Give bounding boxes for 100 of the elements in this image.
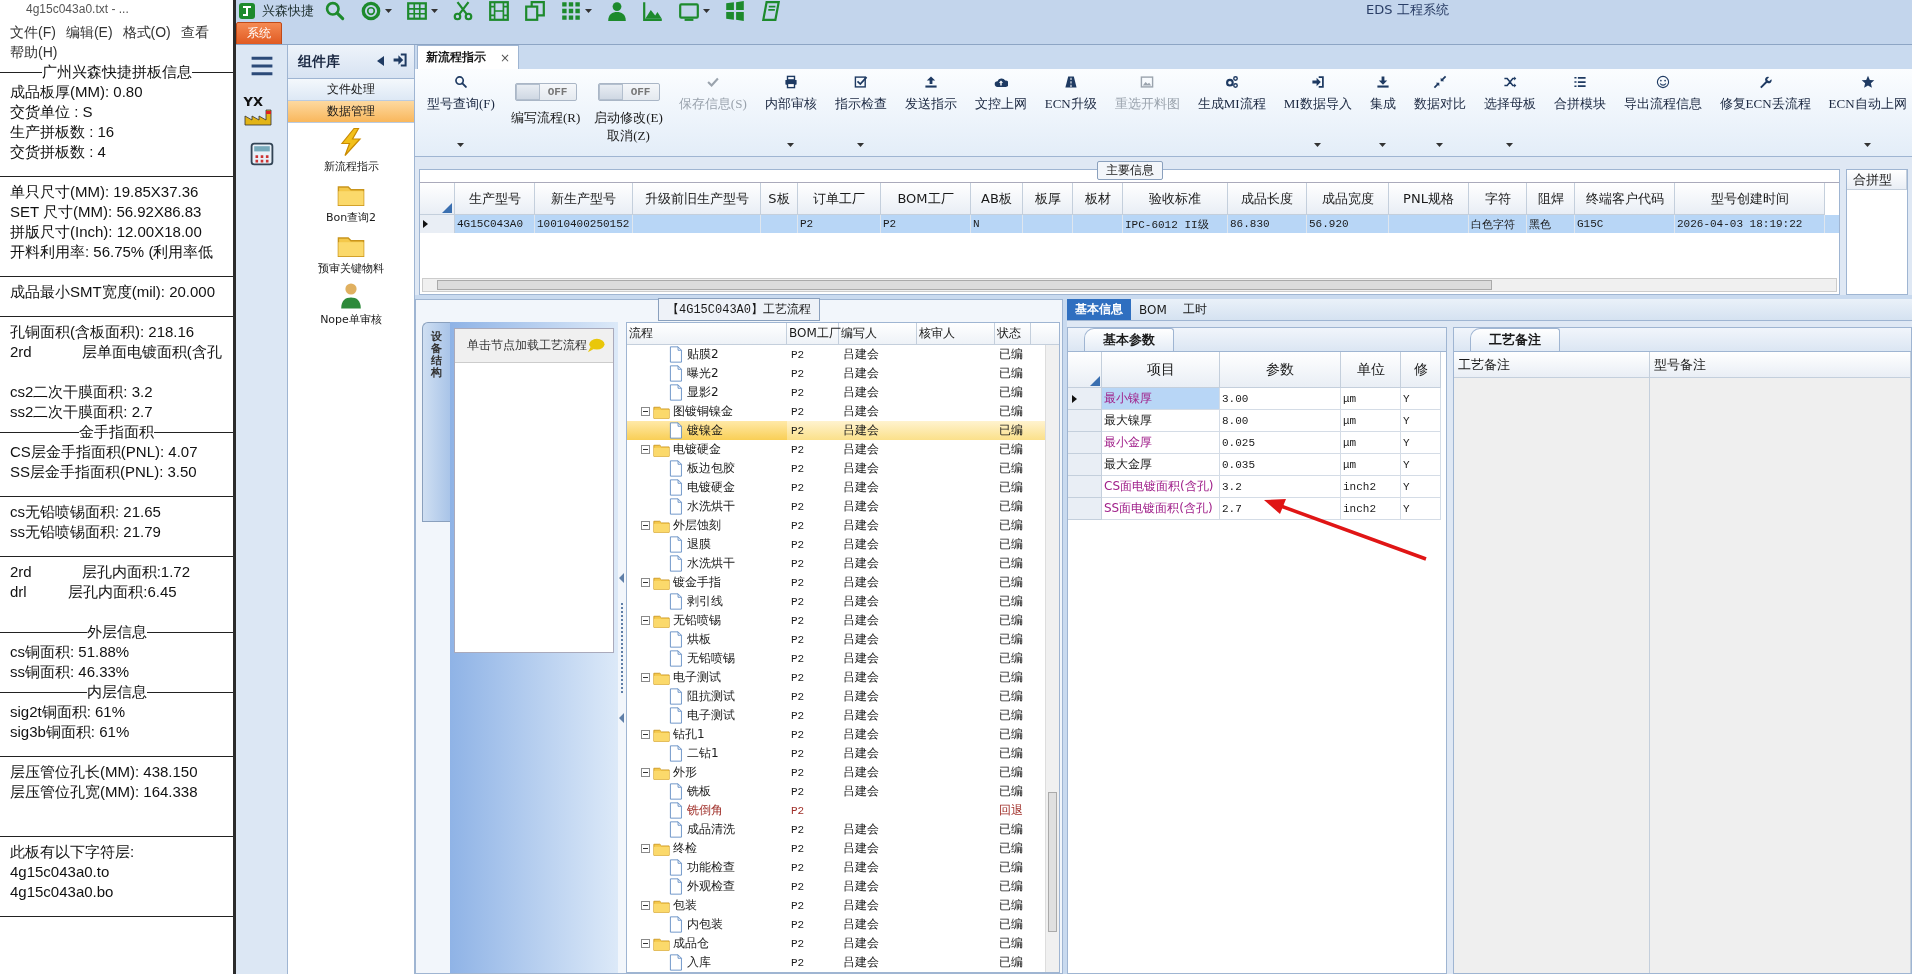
collapse-toggle-icon[interactable] [641, 901, 650, 910]
row-header[interactable] [1068, 388, 1102, 410]
quick-access-button[interactable] [452, 0, 474, 22]
collapse-toggle-icon[interactable] [641, 939, 650, 948]
splitter-handle-icon[interactable] [619, 572, 625, 723]
collapse-toggle-icon[interactable] [641, 445, 650, 454]
tree-row[interactable]: 外观检查 P2 吕建会 已编 [627, 877, 1045, 896]
collapse-toggle-icon[interactable] [641, 673, 650, 682]
quick-access-button[interactable] [724, 0, 746, 22]
menu-item[interactable]: 帮助(H) [10, 42, 58, 62]
toolbar-button[interactable]: 数据对比 [1411, 73, 1468, 151]
quick-access-button[interactable] [760, 0, 782, 22]
component-item[interactable]: Nope单审核 [288, 278, 414, 329]
tree-row[interactable]: 铣板 P2 吕建会 已编 [627, 782, 1045, 801]
toolbar-button[interactable]: ECN升级 [1042, 73, 1099, 151]
collapse-button[interactable] [377, 54, 384, 69]
toolbar-button[interactable]: 修复ECN丢流程 [1717, 73, 1813, 151]
column-header[interactable]: PNL规格 [1389, 183, 1469, 215]
tab[interactable]: 工时 [1174, 299, 1215, 320]
tree-row[interactable]: 贴膜2 P2 吕建会 已编 [627, 345, 1045, 364]
tree-row[interactable]: 电镀硬金 P2 吕建会 已编 [627, 478, 1045, 497]
tree-row[interactable]: 剥引线 P2 吕建会 已编 [627, 592, 1045, 611]
column-header[interactable]: 板材 [1073, 183, 1123, 215]
tree-row[interactable]: 入库 P2 吕建会 已编 [627, 953, 1045, 972]
tree-row[interactable]: 电子测试 P2 吕建会 已编 [627, 706, 1045, 725]
table-row[interactable]: 4G15C043A0 10010400250152 P2 P2 N IPC-6012 II级 86.830 56.920 白色字符 黑色 G15C 2026-04-03 18:19:22 [420, 215, 1839, 233]
column-header[interactable]: 升级前旧生产型号 [633, 183, 761, 215]
panel-tab[interactable]: 工艺备注 [1470, 328, 1560, 351]
column-header[interactable]: 生产型号 [455, 183, 535, 215]
quick-access-button[interactable] [678, 0, 710, 22]
component-item[interactable]: Bon查询2 [288, 176, 414, 227]
column-header[interactable]: 验收标准 [1123, 183, 1228, 215]
column-header[interactable]: 核审人 [917, 323, 995, 344]
quick-access-button[interactable] [642, 0, 664, 22]
toolbar-button[interactable]: 发送指示 [902, 73, 959, 151]
toolbar-button[interactable]: 集成 [1367, 73, 1398, 151]
quick-access-button[interactable] [406, 0, 438, 22]
column-header[interactable]: 项目 [1102, 352, 1220, 388]
collapse-toggle-icon[interactable] [641, 616, 650, 625]
toolbar-button[interactable]: MI数据导入 [1281, 73, 1354, 151]
tree-row[interactable]: 内包装 P2 吕建会 已编 [627, 915, 1045, 934]
row-header[interactable] [420, 215, 455, 233]
panel-tab[interactable]: 基本参数 [1084, 328, 1174, 351]
column-header[interactable]: 终端客户代码 [1575, 183, 1675, 215]
tree-row[interactable]: 板边包胶 P2 吕建会 已编 [627, 459, 1045, 478]
component-item[interactable]: 新流程指示 [288, 123, 414, 176]
tree-row[interactable]: 镀镍金 P2 吕建会 已编 [627, 421, 1045, 440]
tree-row[interactable]: 镀金手指 P2 吕建会 已编 [627, 573, 1045, 592]
tree-row[interactable]: 铣倒角 P2 回退 [627, 801, 1045, 820]
column-header[interactable]: 单位 [1341, 352, 1401, 388]
collapse-toggle-icon[interactable] [641, 407, 650, 416]
tab[interactable]: BOM [1131, 299, 1175, 320]
group-tab[interactable]: 文件处理 [288, 79, 414, 101]
column-header[interactable]: 阻焊 [1527, 183, 1575, 215]
toolbar-button[interactable]: 内部审核 [762, 73, 819, 151]
quick-access-button[interactable] [560, 0, 592, 22]
tree-row[interactable]: 曝光2 P2 吕建会 已编 [627, 364, 1045, 383]
factory-logo-button[interactable]: YX [243, 93, 280, 127]
close-tab-button[interactable]: × [500, 50, 511, 65]
quick-access-button[interactable] [488, 0, 510, 22]
column-header[interactable]: S板 [761, 183, 798, 215]
vertical-scrollbar[interactable] [1045, 345, 1059, 972]
tab-label[interactable]: 新流程指示 [426, 49, 486, 66]
document-tab[interactable]: 新流程指示 × [417, 45, 520, 69]
tab[interactable]: 基本信息 [1067, 299, 1131, 320]
tree-row[interactable]: 无铅喷锡 P2 吕建会 已编 [627, 611, 1045, 630]
column-header[interactable]: 型号创建时间 [1675, 183, 1825, 215]
column-header[interactable]: 型号备注 [1650, 352, 1911, 378]
column-header[interactable]: 合拼型 [1847, 170, 1907, 190]
tree-row[interactable]: 外形 P2 吕建会 已编 [627, 763, 1045, 782]
tree-row[interactable]: 水洗烘干 P2 吕建会 已编 [627, 497, 1045, 516]
tree-row[interactable]: 水洗烘干 P2 吕建会 已编 [627, 554, 1045, 573]
vertical-tab[interactable]: 设备结构 [422, 322, 450, 522]
column-header[interactable]: 订单工厂 [798, 183, 881, 215]
toolbar-button[interactable]: 选择母板 [1481, 73, 1538, 151]
tree-row[interactable]: 成品仓 P2 吕建会 已编 [627, 934, 1045, 953]
tree-row[interactable]: 无铅喷锡 P2 吕建会 已编 [627, 649, 1045, 668]
column-header[interactable]: AB板 [971, 183, 1023, 215]
menu-item[interactable]: 格式(O) [122, 22, 171, 42]
tree-row[interactable]: 退膜 P2 吕建会 已编 [627, 535, 1045, 554]
tree-row[interactable]: 终检 P2 吕建会 已编 [627, 839, 1045, 858]
column-header[interactable]: 成品长度 [1228, 183, 1307, 215]
column-header[interactable]: 修 [1401, 352, 1441, 388]
column-header[interactable]: 新生产型号 [535, 183, 633, 215]
tree-row[interactable]: 钻孔1 P2 吕建会 已编 [627, 725, 1045, 744]
component-item[interactable]: 预审关键物料 [288, 227, 414, 278]
collapse-toggle-icon[interactable] [641, 844, 650, 853]
toolbar-button[interactable]: ECN自动上网 [1826, 73, 1909, 151]
menu-item[interactable]: 查看 [180, 22, 209, 42]
tree-row[interactable]: 电子测试 P2 吕建会 已编 [627, 668, 1045, 687]
horizontal-scrollbar[interactable] [422, 278, 1837, 292]
column-header[interactable]: 板厚 [1023, 183, 1073, 215]
toolbar-button[interactable]: 型号查询(F) [425, 73, 497, 151]
tree-row[interactable]: 功能检查 P2 吕建会 已编 [627, 858, 1045, 877]
tree-row[interactable]: 电镀硬金 P2 吕建会 已编 [627, 440, 1045, 459]
collapse-toggle-icon[interactable] [641, 578, 650, 587]
tree-row[interactable]: 阻抗测试 P2 吕建会 已编 [627, 687, 1045, 706]
column-header[interactable]: 编写人 [839, 323, 917, 344]
column-header[interactable]: 参数 [1220, 352, 1341, 388]
group-tab[interactable]: 数据管理 [288, 101, 414, 123]
